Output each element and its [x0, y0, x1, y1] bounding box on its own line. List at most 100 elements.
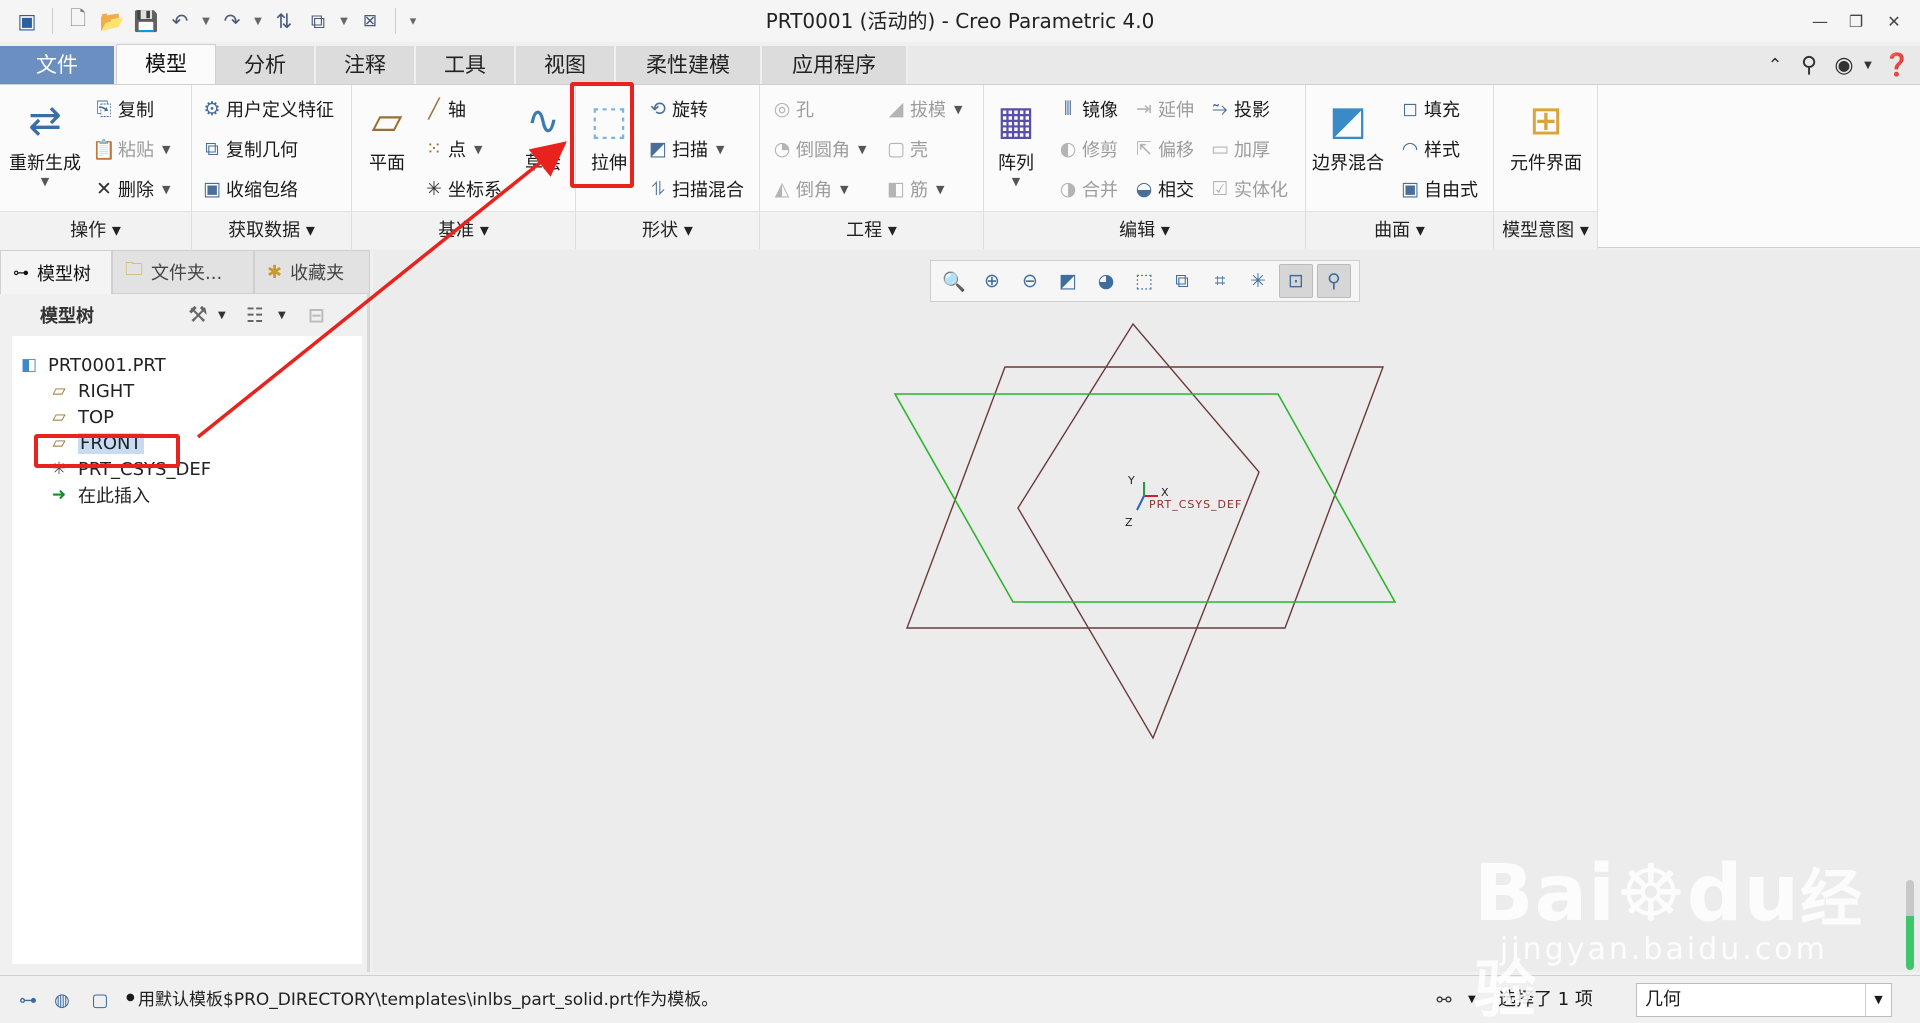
close-window-icon[interactable]: ⊠ — [355, 6, 385, 36]
undo-icon[interactable]: ↶ — [165, 6, 195, 36]
group-engineering-label[interactable]: 工程 ▾ — [760, 211, 983, 249]
group-shapes-label[interactable]: 形状 ▾ — [576, 211, 759, 249]
open-icon[interactable]: 📂 — [97, 6, 127, 36]
boundary-blend-button[interactable]: ◩ 边界混合 — [1308, 93, 1388, 175]
find-icon[interactable]: ⚯ — [1428, 984, 1460, 1016]
mirror-button[interactable]: ⫴ 镜像 — [1054, 91, 1118, 127]
paste-button[interactable]: 📋 粘贴 ▼ — [90, 131, 170, 167]
redo-dropdown-icon[interactable]: ▼ — [251, 6, 265, 36]
restore-button[interactable]: ❐ — [1836, 0, 1876, 42]
collapse-ribbon-icon[interactable]: ⌃ — [1760, 46, 1790, 84]
chevron-down-icon[interactable]: ▼ — [278, 310, 298, 321]
repaint-icon[interactable]: ◩ — [1051, 264, 1085, 298]
windows-icon[interactable]: ⧉ — [303, 6, 333, 36]
copy-button[interactable]: ⎘ 复制 — [90, 91, 154, 127]
fullscreen-icon[interactable]: ▢ — [84, 984, 116, 1016]
datum-plane-right[interactable] — [905, 366, 1385, 629]
intersect-button[interactable]: ◒ 相交 — [1130, 171, 1194, 207]
zoom-in-icon[interactable]: ⊕ — [975, 264, 1009, 298]
plane-button[interactable]: ▱ 平面 — [356, 93, 418, 175]
app-icon[interactable]: ▣ — [12, 6, 42, 36]
tab-analysis[interactable]: 分析 — [216, 46, 316, 84]
tab-tools[interactable]: 工具 — [416, 46, 516, 84]
tools-icon[interactable]: ⚒ — [188, 303, 218, 328]
tree-node-insert-here[interactable]: ➜ 在此插入 — [46, 480, 150, 510]
fill-button[interactable]: ◻ 填充 — [1396, 91, 1460, 127]
tab-model[interactable]: 模型 — [116, 44, 216, 84]
learning-dropdown-icon[interactable]: ▼ — [1860, 46, 1876, 84]
freestyle-button[interactable]: ▣ 自由式 — [1396, 171, 1478, 207]
group-datum-label[interactable]: 基准 ▾ — [352, 211, 575, 249]
rib-button[interactable]: ◧ 筋 ▼ — [882, 171, 944, 207]
round-button[interactable]: ◔ 倒圆角 ▼ — [768, 131, 867, 167]
hole-button[interactable]: ◎ 孔 — [768, 91, 814, 127]
redo-icon[interactable]: ↷ — [217, 6, 247, 36]
shell-button[interactable]: ▢ 壳 — [882, 131, 928, 167]
saved-orientations-icon[interactable]: ⬚ — [1127, 264, 1161, 298]
udf-button[interactable]: ⚙ 用户定义特征 — [198, 91, 334, 127]
delete-button[interactable]: ✕ 删除 ▼ — [90, 171, 170, 207]
regenerate-button[interactable]: ⇄ 重新生成 ▼ — [4, 93, 86, 188]
tab-annotate[interactable]: 注释 — [316, 46, 416, 84]
customize-icon[interactable]: ▾ — [406, 6, 420, 36]
perspective-icon[interactable]: ⌗ — [1203, 264, 1237, 298]
tab-folder-browser[interactable]: 🗀 文件夹... — [112, 250, 254, 294]
sketch-button[interactable]: ∿ 草绘 — [512, 93, 574, 175]
refit-icon[interactable]: 🔍 — [937, 264, 971, 298]
revolve-button[interactable]: ⟲ 旋转 — [644, 91, 708, 127]
tab-favorites[interactable]: ✱ 收藏夹 — [254, 250, 370, 294]
style-button[interactable]: ◠ 样式 — [1396, 131, 1460, 167]
shrinkwrap-button[interactable]: ▣ 收缩包络 — [198, 171, 298, 207]
project-button[interactable]: ⥲ 投影 — [1206, 91, 1270, 127]
tab-applications[interactable]: 应用程序 — [762, 46, 908, 84]
group-get-data-label[interactable]: 获取数据 ▾ — [192, 211, 351, 249]
help-icon[interactable]: ❓ — [1880, 46, 1914, 84]
offset-button[interactable]: ⇱ 偏移 — [1130, 131, 1194, 167]
tab-view[interactable]: 视图 — [516, 46, 616, 84]
draft-button[interactable]: ◢ 拔模 ▼ — [882, 91, 963, 127]
tab-model-tree[interactable]: ⊶ 模型树 — [0, 250, 112, 294]
spin-center-icon[interactable]: ⊡ — [1279, 264, 1313, 298]
axis-button[interactable]: ╱ 轴 — [420, 91, 466, 127]
learning-icon[interactable]: ◉ — [1828, 46, 1860, 84]
datum-plane-front[interactable] — [893, 393, 1397, 603]
filter-icon[interactable]: ⊟ — [308, 303, 338, 327]
csys-button[interactable]: ✳ 坐标系 — [420, 171, 502, 207]
regenerate-icon[interactable]: ⇅ — [269, 6, 299, 36]
swept-blend-button[interactable]: ⥮ 扫描混合 — [644, 171, 744, 207]
merge-button[interactable]: ◑ 合并 — [1054, 171, 1118, 207]
tab-flexible-modeling[interactable]: 柔性建模 — [616, 46, 762, 84]
close-button[interactable]: ✕ — [1874, 0, 1914, 42]
browser-toggle-icon[interactable]: ◍ — [46, 984, 78, 1016]
zoom-out-icon[interactable]: ⊖ — [1013, 264, 1047, 298]
chamfer-button[interactable]: ◭ 倒角 ▼ — [768, 171, 849, 207]
annotation-display-icon[interactable]: ⚲ — [1317, 264, 1351, 298]
datum-plane-top[interactable] — [1017, 322, 1260, 740]
sweep-button[interactable]: ◩ 扫描 ▼ — [644, 131, 724, 167]
group-surfaces-label[interactable]: 曲面 ▾ — [1306, 211, 1493, 249]
group-model-intent-label[interactable]: 模型意图 ▾ — [1494, 211, 1597, 249]
thicken-button[interactable]: ▭ 加厚 — [1206, 131, 1270, 167]
point-button[interactable]: ⁙ 点 ▼ — [420, 131, 482, 167]
solidify-button[interactable]: ☑ 实体化 — [1206, 171, 1288, 207]
new-icon[interactable]: 🗋 — [63, 6, 93, 36]
display-style-icon[interactable]: ◕ — [1089, 264, 1123, 298]
pattern-button[interactable]: ▦ 阵列 ▼ — [988, 93, 1044, 188]
settings-icon[interactable]: ☷ — [246, 303, 278, 327]
save-icon[interactable]: 💾 — [131, 6, 161, 36]
minimize-button[interactable]: — — [1800, 0, 1840, 42]
group-operations-label[interactable]: 操作 ▾ — [0, 211, 191, 249]
search-icon[interactable]: ⚲ — [1792, 46, 1826, 84]
windows-dropdown-icon[interactable]: ▼ — [337, 6, 351, 36]
group-editing-label[interactable]: 编辑 ▾ — [984, 211, 1305, 249]
datum-display-icon[interactable]: ✳ — [1241, 264, 1275, 298]
copy-geometry-button[interactable]: ⧉ 复制几何 — [198, 131, 298, 167]
scroll-indicator[interactable] — [1906, 880, 1914, 970]
trim-button[interactable]: ◐ 修剪 — [1054, 131, 1118, 167]
view-manager-icon[interactable]: ⧉ — [1165, 264, 1199, 298]
navigator-toggle-icon[interactable]: ⊶ — [12, 984, 44, 1016]
component-interface-button[interactable]: ⊞ 元件界面 — [1496, 93, 1596, 175]
undo-dropdown-icon[interactable]: ▼ — [199, 6, 213, 36]
csys-triad[interactable]: X Y Z PRT_CSYS_DEF — [1125, 474, 1242, 529]
chevron-down-icon[interactable]: ▼ — [218, 310, 238, 321]
